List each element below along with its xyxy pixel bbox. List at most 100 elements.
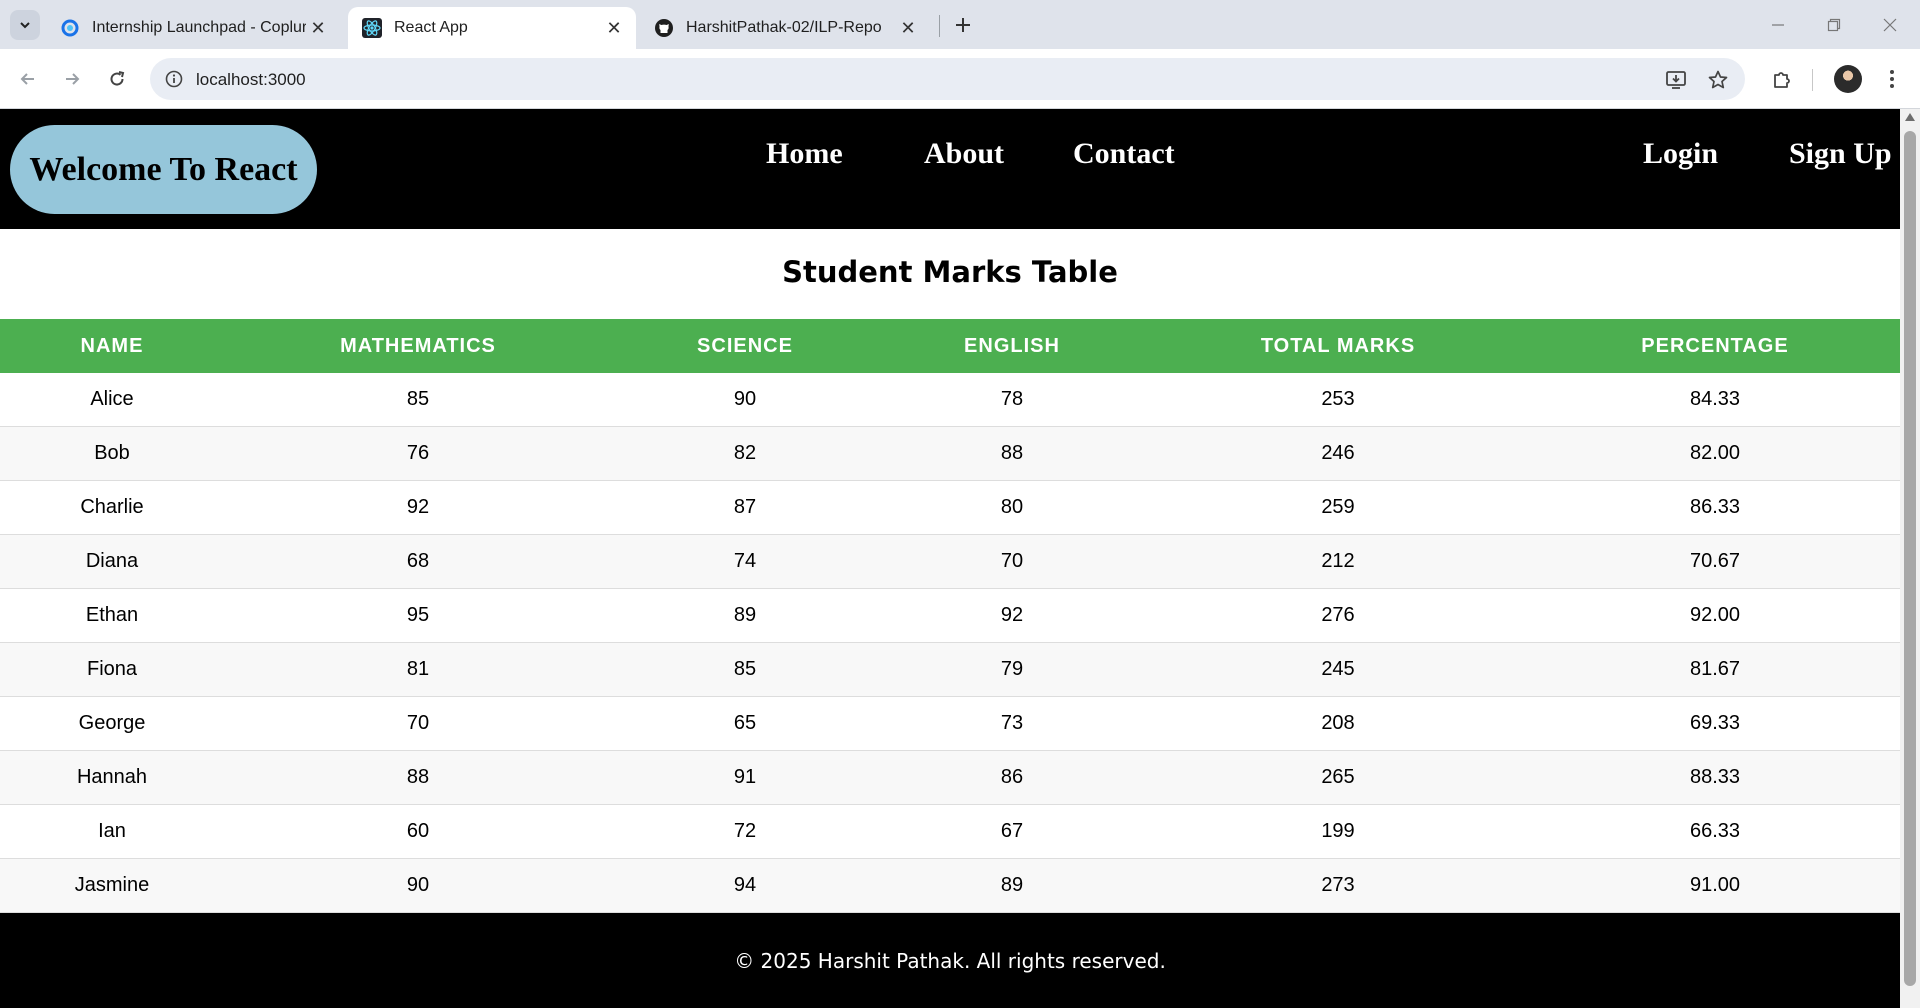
table-cell: 78 — [878, 373, 1146, 427]
table-row: Diana 68 74 70 212 70.67 — [0, 534, 1900, 589]
column-header: MATHEMATICS — [224, 319, 612, 373]
table-cell: Jasmine — [0, 858, 224, 913]
tab-separator — [939, 15, 940, 37]
close-icon[interactable]: ✕ — [896, 16, 920, 40]
react-icon — [362, 18, 382, 38]
table-row: Jasmine 90 94 89 273 91.00 — [0, 858, 1900, 913]
restore-button[interactable] — [1806, 0, 1862, 49]
table-cell: 90 — [612, 373, 878, 427]
brand-logo[interactable]: Welcome To React — [10, 125, 317, 214]
nav-contact-link[interactable]: Contact — [1073, 137, 1175, 171]
table-cell: George — [0, 696, 224, 751]
table-cell: 76 — [224, 426, 612, 481]
profile-avatar[interactable] — [1834, 65, 1862, 93]
table-cell: 92.00 — [1530, 588, 1900, 643]
nav-home-link[interactable]: Home — [766, 137, 843, 171]
chevron-down-icon — [20, 22, 30, 29]
table-cell: 89 — [878, 858, 1146, 913]
extensions-button[interactable] — [1768, 65, 1796, 93]
tab-title: React App — [394, 19, 468, 36]
page-viewport: Welcome To React Home About Contact Logi… — [0, 109, 1900, 1008]
close-icon[interactable]: ✕ — [602, 16, 626, 40]
site-header: Welcome To React Home About Contact Logi… — [0, 109, 1900, 229]
arrow-right-icon — [66, 73, 80, 85]
table-cell: 70.67 — [1530, 534, 1900, 589]
forward-button[interactable] — [54, 61, 90, 97]
signup-link[interactable]: Sign Up — [1789, 137, 1892, 171]
table-cell: 212 — [1146, 534, 1530, 589]
table-cell: 91 — [612, 750, 878, 805]
column-header: TOTAL MARKS — [1146, 319, 1530, 373]
table-cell: 87 — [612, 480, 878, 535]
table-cell: 85 — [612, 642, 878, 697]
browser-toolbar: localhost:3000 — [0, 49, 1920, 109]
back-button[interactable] — [10, 61, 46, 97]
table-cell: 86.33 — [1530, 480, 1900, 535]
table-row: Charlie 92 87 80 259 86.33 — [0, 480, 1900, 535]
table-cell: Alice — [0, 373, 224, 427]
minimize-icon — [1772, 23, 1784, 26]
table-cell: 65 — [612, 696, 878, 751]
table-cell: 91.00 — [1530, 858, 1900, 913]
table-cell: 259 — [1146, 480, 1530, 535]
tab-react-app[interactable]: React App ✕ — [348, 7, 636, 49]
column-header: PERCENTAGE — [1530, 319, 1900, 373]
table-cell: 85 — [224, 373, 612, 427]
github-icon — [654, 18, 674, 38]
table-cell: 67 — [878, 804, 1146, 859]
table-cell: Ian — [0, 804, 224, 859]
table-cell: 84.33 — [1530, 373, 1900, 427]
table-cell: 253 — [1146, 373, 1530, 427]
install-app-icon[interactable] — [1664, 68, 1688, 92]
table-cell: Ethan — [0, 588, 224, 643]
table-cell: 70 — [224, 696, 612, 751]
bookmark-star-icon[interactable] — [1706, 68, 1730, 92]
nav-about-link[interactable]: About — [924, 137, 1004, 171]
table-cell: 265 — [1146, 750, 1530, 805]
scroll-up-arrow-icon[interactable] — [1905, 113, 1915, 121]
table-cell: 95 — [224, 588, 612, 643]
close-icon — [1883, 18, 1897, 31]
table-cell: 69.33 — [1530, 696, 1900, 751]
scrollbar-thumb[interactable] — [1904, 131, 1916, 986]
table-cell: 60 — [224, 804, 612, 859]
browser-menu-button[interactable] — [1878, 65, 1906, 93]
close-icon[interactable]: ✕ — [306, 16, 330, 40]
site-info-icon[interactable] — [164, 69, 184, 89]
address-bar[interactable]: localhost:3000 — [150, 58, 1745, 100]
tab-github-repo[interactable]: HarshitPathak-02/ILP-Repo ✕ — [640, 7, 930, 49]
table-cell: 74 — [612, 534, 878, 589]
table-cell: 92 — [224, 480, 612, 535]
page-scrollbar[interactable] — [1900, 109, 1920, 1008]
table-cell: 73 — [878, 696, 1146, 751]
column-header: ENGLISH — [878, 319, 1146, 373]
close-window-button[interactable] — [1862, 0, 1918, 49]
student-marks-table: NAME MATHEMATICS SCIENCE ENGLISH TOTAL MARKS… — [0, 319, 1900, 913]
plus-icon — [956, 18, 970, 32]
column-header: NAME — [0, 319, 224, 373]
table-cell: 92 — [878, 588, 1146, 643]
reload-button[interactable] — [99, 61, 135, 97]
table-cell: 246 — [1146, 426, 1530, 481]
more-vertical-icon — [1890, 70, 1894, 88]
tab-internship-launchpad[interactable]: Internship Launchpad - Coplur ✕ — [46, 7, 340, 49]
table-cell: 79 — [878, 642, 1146, 697]
table-row: Alice 85 90 78 253 84.33 — [0, 373, 1900, 427]
table-header-row: NAME MATHEMATICS SCIENCE ENGLISH TOTAL MARKS… — [0, 319, 1900, 373]
tab-search-button[interactable] — [10, 10, 40, 40]
table-cell: 88.33 — [1530, 750, 1900, 805]
login-link[interactable]: Login — [1643, 137, 1718, 171]
arrow-left-icon — [20, 73, 34, 85]
url-text[interactable]: localhost:3000 — [196, 70, 306, 90]
table-cell: Hannah — [0, 750, 224, 805]
table-cell: 81.67 — [1530, 642, 1900, 697]
new-tab-button[interactable] — [948, 10, 978, 40]
minimize-button[interactable] — [1750, 0, 1806, 49]
table-row: Ethan 95 89 92 276 92.00 — [0, 588, 1900, 643]
table-cell: 245 — [1146, 642, 1530, 697]
table-cell: 82 — [612, 426, 878, 481]
table-row: George 70 65 73 208 69.33 — [0, 696, 1900, 751]
table-cell: 70 — [878, 534, 1146, 589]
table-cell: 66.33 — [1530, 804, 1900, 859]
browser-tab-strip: Internship Launchpad - Coplur ✕ React Ap… — [0, 0, 1920, 49]
